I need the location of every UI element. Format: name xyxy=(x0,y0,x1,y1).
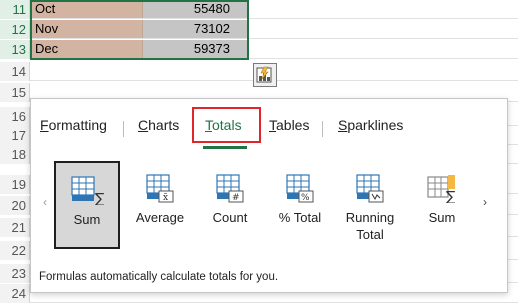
cell-month[interactable]: Nov xyxy=(31,20,143,38)
tab-divider xyxy=(123,121,124,137)
row-header[interactable]: 22 xyxy=(0,241,30,260)
total-running-label: Running Total xyxy=(345,210,395,242)
quick-analysis-panel: Formatting Charts Totals Tables Sparklin… xyxy=(30,98,508,293)
tab-charts-key: C xyxy=(138,117,149,133)
quick-analysis-icon xyxy=(256,66,272,83)
row-header[interactable]: 13 xyxy=(0,40,30,59)
total-percent-label: % Total xyxy=(278,210,322,225)
row-header[interactable]: 14 xyxy=(0,62,30,81)
row-header[interactable]: 16 xyxy=(0,107,30,126)
quick-analysis-tabs: Formatting Charts Totals Tables Sparklin… xyxy=(31,117,509,141)
row-header[interactable]: 12 xyxy=(0,20,30,39)
row-header[interactable]: 20 xyxy=(0,196,30,215)
cell-month[interactable]: Dec xyxy=(31,40,143,58)
totals-hint-text: Formulas automatically calculate totals … xyxy=(39,271,279,283)
svg-text:#: # xyxy=(232,193,240,203)
row-header[interactable]: 19 xyxy=(0,175,30,194)
cell-value[interactable]: 55480 xyxy=(143,0,248,18)
row-header[interactable]: 17 xyxy=(0,126,30,145)
row-13[interactable]: 13 Dec 59373 xyxy=(0,40,518,59)
row-header[interactable]: 15 xyxy=(0,83,30,102)
running-total-icon xyxy=(356,174,384,203)
svg-text:∑: ∑ xyxy=(446,189,456,203)
row-header[interactable]: 11 xyxy=(0,0,30,19)
cell-value[interactable]: 59373 xyxy=(143,40,248,58)
tab-tables[interactable]: Tables xyxy=(269,117,309,133)
tab-totals-highlight xyxy=(192,107,261,143)
tab-sparklines-key: S xyxy=(338,117,348,133)
total-count-button[interactable]: # Count xyxy=(197,161,263,249)
svg-text:∑: ∑ xyxy=(95,191,104,205)
tab-formatting-key: F xyxy=(40,117,49,133)
scroll-right-icon[interactable]: › xyxy=(483,195,487,209)
count-icon: # xyxy=(216,174,244,203)
tab-sparklines-label: parklines xyxy=(347,117,404,133)
row-12[interactable]: 12 Nov 73102 xyxy=(0,20,518,39)
tab-tables-key: T xyxy=(269,117,276,133)
total-percent-button[interactable]: % % Total xyxy=(267,161,333,249)
sum-column-icon: ∑ xyxy=(427,175,456,203)
total-sum-label: Sum xyxy=(73,212,101,227)
total-sum-button[interactable]: ∑ Sum xyxy=(54,161,120,249)
average-icon: x̄ xyxy=(146,174,174,203)
total-running-button[interactable]: Running Total xyxy=(337,161,403,249)
row-header[interactable]: 24 xyxy=(0,284,30,303)
row-11[interactable]: 11 Oct 55480 xyxy=(0,0,518,19)
cell-value[interactable]: 73102 xyxy=(143,20,248,38)
tab-formatting-label: ormatting xyxy=(48,117,107,133)
cell-month[interactable]: Oct xyxy=(31,0,143,18)
tab-formatting[interactable]: Formatting xyxy=(40,117,107,133)
row-header[interactable]: 18 xyxy=(0,145,30,164)
svg-text:x̄: x̄ xyxy=(163,193,168,203)
row-header[interactable]: 21 xyxy=(0,218,30,237)
tab-active-underline xyxy=(203,146,247,149)
tab-charts-label: harts xyxy=(148,117,180,133)
total-sum-column-label: Sum xyxy=(428,210,456,225)
total-count-label: Count xyxy=(212,210,248,225)
total-average-button[interactable]: x̄ Average xyxy=(127,161,193,249)
svg-text:%: % xyxy=(301,193,310,203)
percent-total-icon: % xyxy=(286,174,314,203)
sum-row-icon: ∑ xyxy=(71,176,104,205)
tab-divider xyxy=(322,121,323,137)
scroll-left-icon[interactable]: ‹ xyxy=(43,195,47,209)
tab-charts[interactable]: Charts xyxy=(138,117,179,133)
quick-analysis-button[interactable] xyxy=(253,63,277,87)
tab-sparklines[interactable]: Sparklines xyxy=(338,117,403,133)
tab-tables-label: ables xyxy=(276,117,310,133)
total-average-label: Average xyxy=(135,210,185,225)
total-sum-column-button[interactable]: ∑ Sum xyxy=(409,161,475,249)
row-header[interactable]: 23 xyxy=(0,264,30,283)
